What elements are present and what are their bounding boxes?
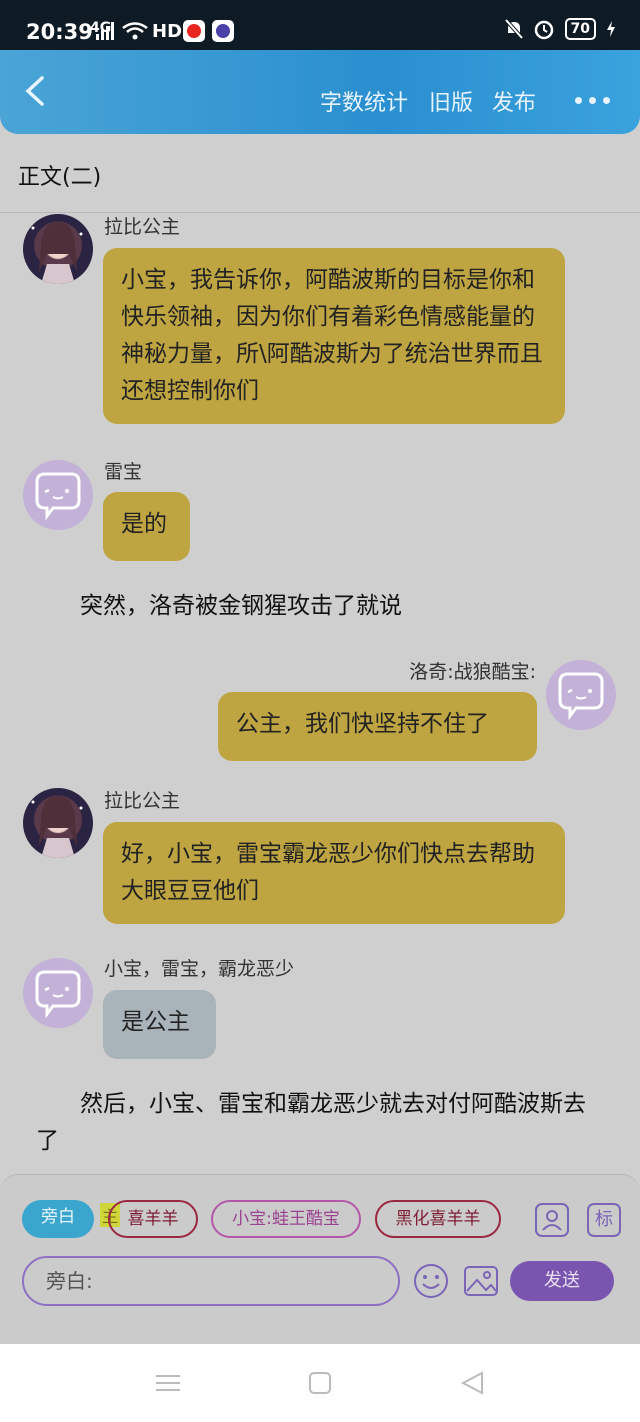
chapter-title-row[interactable]: 正文(二) xyxy=(0,134,640,213)
chat-bubble-icon xyxy=(35,472,81,521)
chat-bubble-icon xyxy=(558,672,604,721)
mute-icon xyxy=(504,19,523,39)
system-nav-bar xyxy=(0,1344,640,1422)
tag-button[interactable]: 标 xyxy=(587,1203,621,1237)
message-sender: 小宝，雷宝，霸龙恶少 xyxy=(104,958,295,980)
old-version-button[interactable]: 旧版 xyxy=(429,85,473,117)
message-bubble[interactable]: 是公主 xyxy=(103,990,216,1059)
hd-indicator: HD xyxy=(152,21,183,42)
message-sender: 雷宝 xyxy=(104,461,143,483)
home-icon[interactable] xyxy=(308,1371,332,1395)
app-notification-icon xyxy=(212,20,234,42)
role-chip[interactable]: 黑化喜羊羊 xyxy=(375,1200,501,1238)
avatar[interactable] xyxy=(23,214,93,284)
more-options-icon[interactable] xyxy=(575,97,610,104)
message-sender: 洛奇:战狼酷宝: xyxy=(409,661,536,683)
charging-icon xyxy=(607,21,615,37)
message-sender: 拉比公主 xyxy=(104,790,181,812)
narration-text[interactable]: 突然，洛奇被金钢猩攻击了就说 xyxy=(80,588,402,625)
signal-icon xyxy=(96,22,114,40)
character-avatar-icon xyxy=(31,796,83,858)
message-input[interactable]: 旁白: xyxy=(22,1256,400,1306)
role-chip[interactable]: 小宝:蛙王酷宝 xyxy=(211,1200,361,1238)
publish-button[interactable]: 发布 xyxy=(492,85,536,117)
wifi-icon xyxy=(122,22,148,40)
top-app-bar: 字数统计 旧版 发布 xyxy=(0,50,640,134)
message-bubble[interactable]: 好，小宝，雷宝霸龙恶少你们快点去帮助大眼豆豆他们 xyxy=(103,822,565,924)
battery-indicator: 70 xyxy=(564,18,596,40)
chat-bubble-icon xyxy=(35,970,81,1019)
status-time: 20:39 xyxy=(26,20,93,44)
user-icon xyxy=(542,1210,562,1231)
character-avatar-icon xyxy=(31,222,83,284)
back-icon[interactable] xyxy=(460,1371,484,1395)
message-sender: 拉比公主 xyxy=(104,216,181,238)
back-arrow-icon[interactable] xyxy=(22,76,48,106)
role-chip-narrator[interactable]: 旁白 xyxy=(22,1200,94,1238)
avatar[interactable] xyxy=(23,958,93,1028)
message-bubble[interactable]: 公主，我们快坚持不住了 xyxy=(218,692,537,761)
word-count-button[interactable]: 字数统计 xyxy=(320,85,408,117)
app-notification-icon xyxy=(183,20,205,42)
role-chip[interactable]: 喜羊羊 xyxy=(108,1200,198,1238)
message-bubble[interactable]: 小宝，我告诉你，阿酷波斯的目标是你和快乐领袖，因为你们有着彩色情感能量的神秘力量… xyxy=(103,248,565,424)
avatar[interactable] xyxy=(23,788,93,858)
menu-icon[interactable] xyxy=(156,1371,180,1395)
emoji-icon[interactable] xyxy=(412,1262,450,1300)
message-bubble[interactable]: 是的 xyxy=(103,492,190,561)
character-manage-button[interactable] xyxy=(535,1203,569,1237)
chapter-title: 正文(二) xyxy=(18,165,102,190)
narration-text[interactable]: 然后，小宝、雷宝和霸龙恶少就去对付阿酷波斯去了 xyxy=(36,1086,606,1160)
avatar[interactable] xyxy=(546,660,616,730)
image-icon[interactable] xyxy=(462,1262,500,1300)
alarm-icon xyxy=(534,20,553,40)
send-button[interactable]: 发送 xyxy=(510,1261,614,1301)
avatar[interactable] xyxy=(23,460,93,530)
